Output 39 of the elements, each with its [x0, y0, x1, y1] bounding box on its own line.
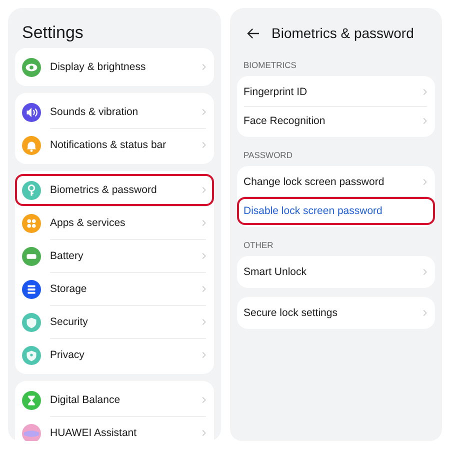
- settings-item[interactable]: Sounds & vibration: [15, 96, 214, 128]
- chevron-icon: [202, 318, 206, 326]
- settings-item[interactable]: Apps & services: [15, 207, 214, 239]
- chevron-icon: [423, 309, 427, 317]
- settings-item[interactable]: Privacy: [15, 339, 214, 371]
- chevron-icon: [202, 141, 206, 149]
- chevron-icon: [423, 117, 427, 125]
- chevron-icon: [202, 285, 206, 293]
- settings-item[interactable]: Battery: [15, 240, 214, 272]
- section-header: OTHER: [242, 239, 274, 252]
- chevron-icon: [202, 219, 206, 227]
- settings-item[interactable]: Secure lock settings: [236, 299, 435, 327]
- chevron-icon: [202, 63, 206, 71]
- chevron-icon: [423, 268, 427, 276]
- page-title: Biometrics & password: [272, 25, 414, 41]
- settings-item[interactable]: Disable lock screen password: [236, 197, 435, 225]
- settings-item[interactable]: Biometrics & password: [15, 174, 214, 206]
- section-header: PASSWORD: [242, 149, 294, 162]
- chevron-icon: [423, 178, 427, 186]
- chevron-icon: [202, 186, 206, 194]
- settings-item[interactable]: Face Recognition: [236, 107, 435, 135]
- chevron-icon: [202, 396, 206, 404]
- settings-item[interactable]: Change lock screen password: [236, 168, 435, 196]
- settings-item[interactable]: Fingerprint ID: [236, 78, 435, 106]
- chevron-icon: [202, 429, 206, 437]
- chevron-icon: [423, 88, 427, 96]
- chevron-icon: [202, 351, 206, 359]
- page-title: Settings: [21, 22, 84, 44]
- settings-item[interactable]: Display & brightness: [15, 51, 214, 83]
- settings-item[interactable]: Security: [15, 306, 214, 338]
- settings-item[interactable]: HUAWEI Assistant: [15, 417, 214, 441]
- chevron-icon: [202, 108, 206, 116]
- section-header: BIOMETRICS: [242, 59, 298, 72]
- settings-item[interactable]: Storage: [15, 273, 214, 305]
- back-icon[interactable]: [246, 28, 260, 38]
- settings-item[interactable]: Digital Balance: [15, 384, 214, 416]
- settings-item[interactable]: Notifications & status bar: [15, 129, 214, 161]
- settings-item[interactable]: Smart Unlock: [236, 258, 435, 286]
- chevron-icon: [202, 252, 206, 260]
